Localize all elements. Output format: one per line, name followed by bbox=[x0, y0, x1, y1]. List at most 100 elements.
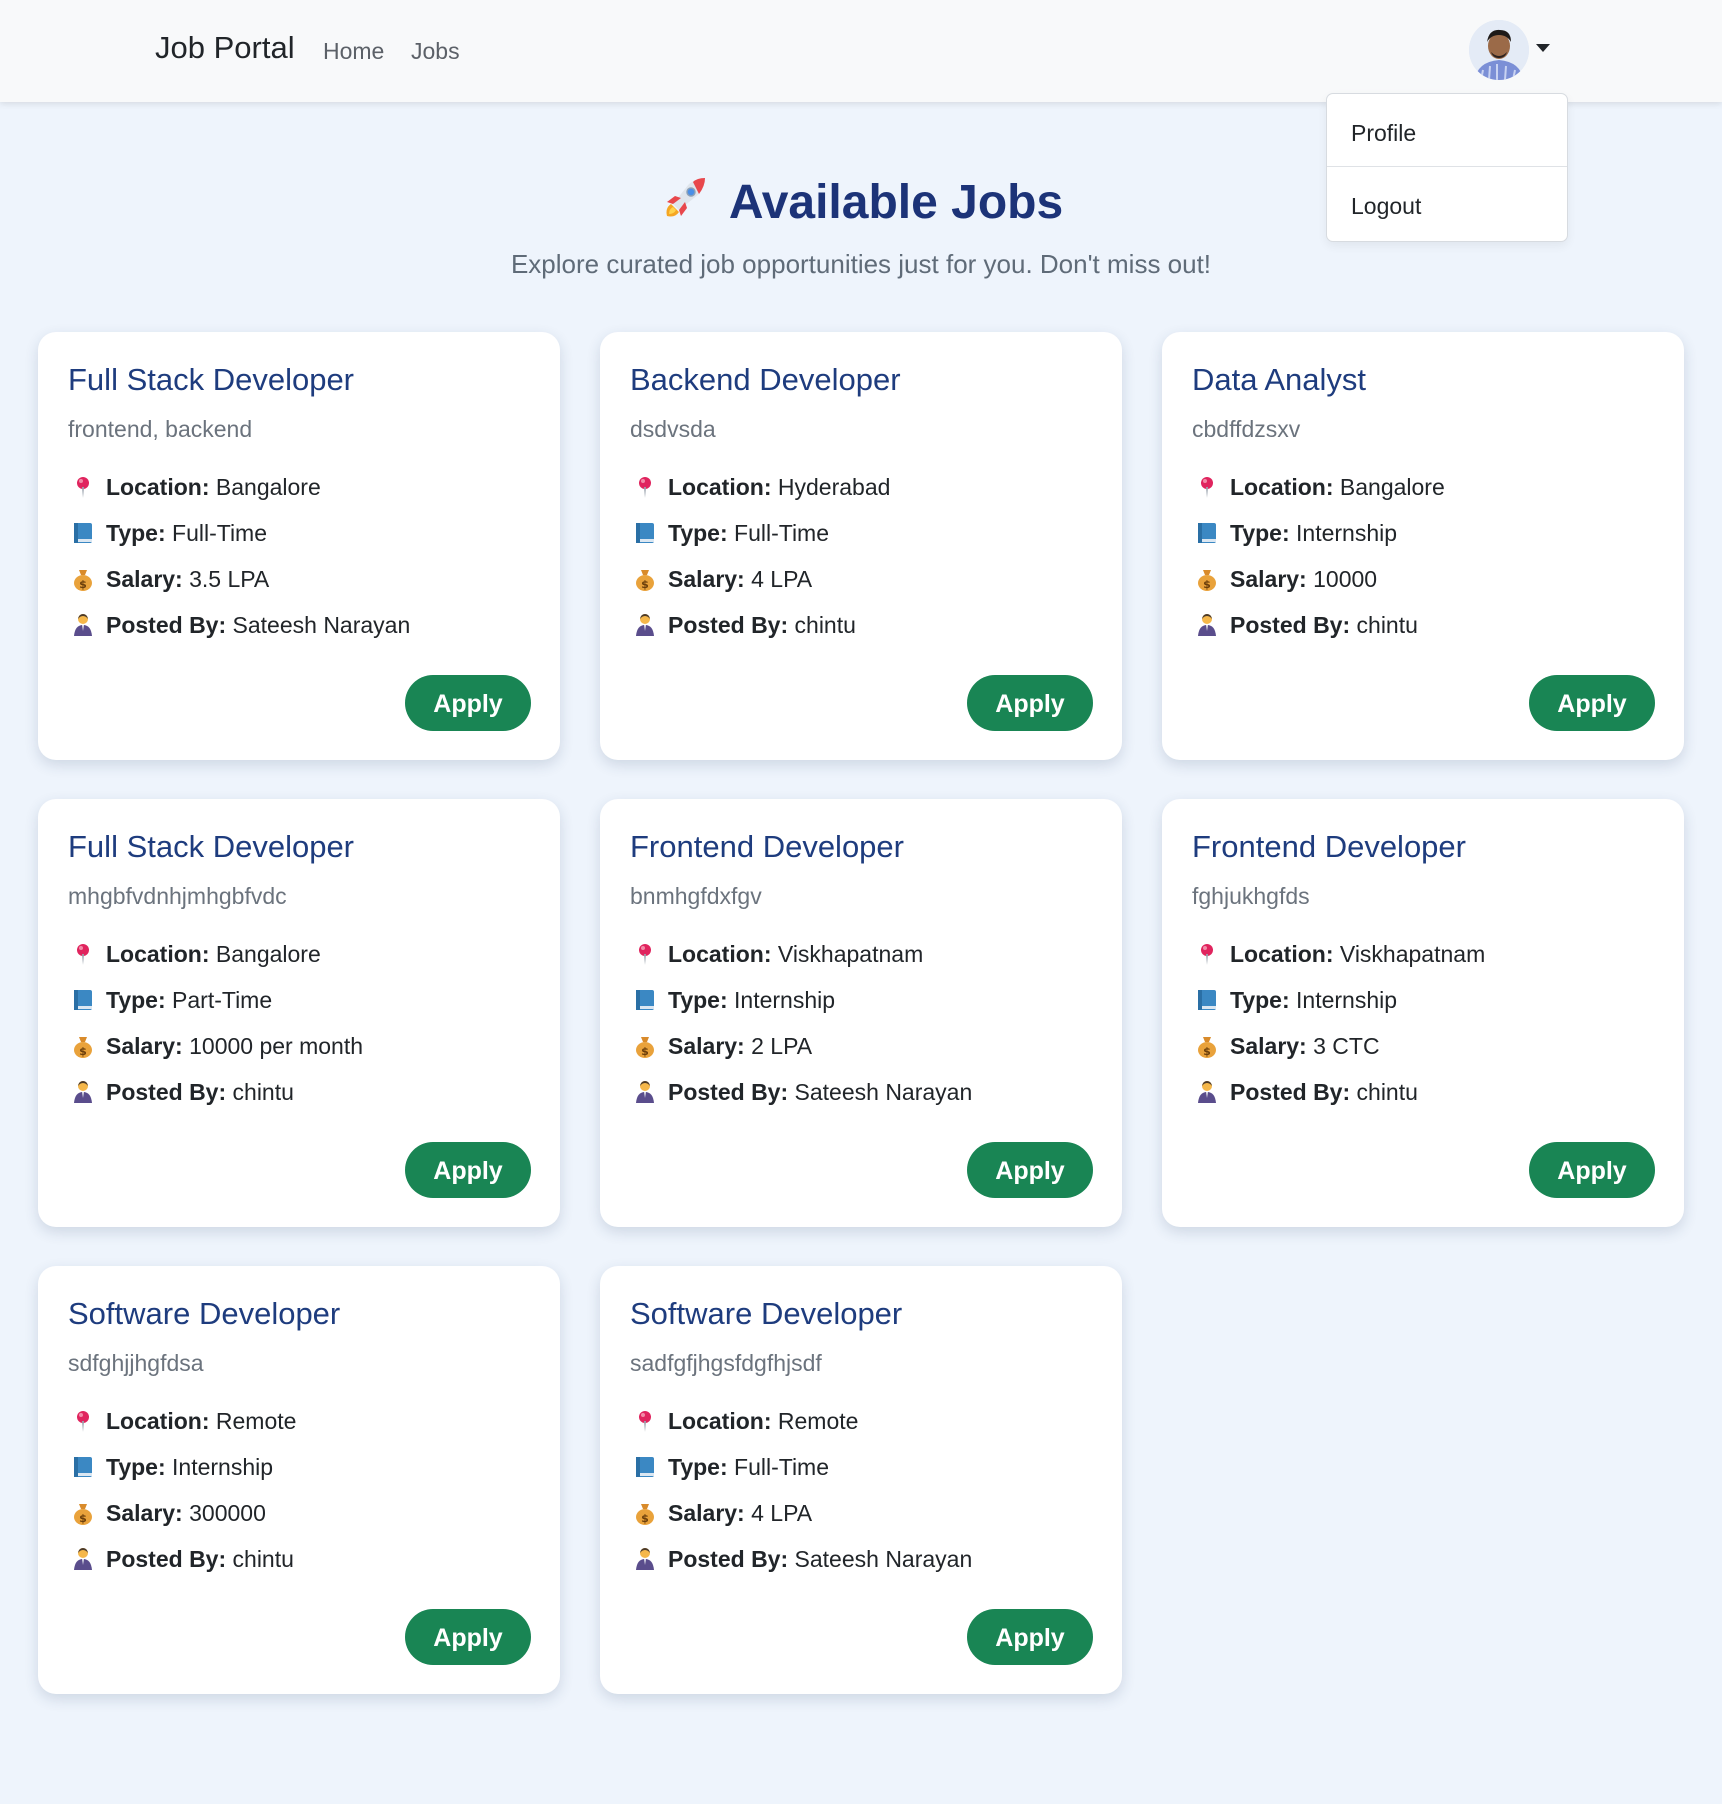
apply-button[interactable]: Apply bbox=[405, 1142, 531, 1198]
apply-button[interactable]: Apply bbox=[1529, 1142, 1655, 1198]
posted-by-value: chintu bbox=[794, 612, 856, 638]
location-label: Location: bbox=[106, 941, 210, 967]
type-value: Internship bbox=[734, 987, 836, 1013]
book-icon bbox=[1196, 988, 1220, 1018]
apply-button[interactable]: Apply bbox=[1529, 675, 1655, 731]
salary-value: 3 CTC bbox=[1313, 1033, 1380, 1059]
rocket-icon bbox=[659, 174, 709, 236]
nav-jobs-link[interactable]: Jobs bbox=[411, 38, 460, 65]
book-icon bbox=[634, 521, 658, 551]
job-location: Location: Bangalore bbox=[1196, 474, 1445, 505]
posted-by-value: Sateesh Narayan bbox=[794, 1546, 973, 1572]
apply-button[interactable]: Apply bbox=[967, 1142, 1093, 1198]
map-pin-icon bbox=[634, 942, 658, 972]
type-value: Full-Time bbox=[172, 520, 268, 546]
type-label: Type: bbox=[106, 987, 166, 1013]
job-skills: sdfghjjhgfdsa bbox=[68, 1350, 204, 1376]
location-value: Bangalore bbox=[215, 941, 321, 967]
location-value: Viskhapatnam bbox=[777, 941, 924, 967]
posted-by-value: chintu bbox=[1356, 1079, 1418, 1105]
salary-label: Salary: bbox=[106, 566, 183, 592]
money-bag-icon: $ bbox=[1196, 567, 1220, 597]
job-card: Backend Developer dsdvsda Location: Hyde… bbox=[600, 332, 1122, 760]
posted-by-value: Sateesh Narayan bbox=[232, 612, 411, 638]
apply-button[interactable]: Apply bbox=[405, 1609, 531, 1665]
caret-down-icon[interactable] bbox=[1536, 44, 1550, 52]
job-card: Software Developer sadfgfjhgsfdgfhjsdf L… bbox=[600, 1266, 1122, 1694]
job-type: Type: Internship bbox=[634, 987, 835, 1018]
job-posted-by: Posted By: Sateesh Narayan bbox=[72, 612, 410, 643]
location-value: Hyderabad bbox=[777, 474, 891, 500]
salary-label: Salary: bbox=[668, 1033, 745, 1059]
location-label: Location: bbox=[668, 474, 772, 500]
location-label: Location: bbox=[1230, 474, 1334, 500]
map-pin-icon bbox=[72, 942, 96, 972]
brand-logo[interactable]: Job Portal bbox=[155, 30, 295, 66]
posted-by-label: Posted By: bbox=[1230, 1079, 1351, 1105]
posted-by-label: Posted By: bbox=[668, 1079, 789, 1105]
job-location: Location: Remote bbox=[634, 1408, 858, 1439]
map-pin-icon bbox=[1196, 475, 1220, 505]
svg-text:$: $ bbox=[79, 1512, 87, 1525]
svg-text:$: $ bbox=[641, 1045, 649, 1058]
job-salary: $ Salary: 3 CTC bbox=[1196, 1033, 1380, 1064]
location-label: Location: bbox=[106, 474, 210, 500]
page-subtitle: Explore curated job opportunities just f… bbox=[510, 249, 1212, 279]
location-label: Location: bbox=[106, 1408, 210, 1434]
salary-label: Salary: bbox=[1230, 1033, 1307, 1059]
map-pin-icon bbox=[634, 1409, 658, 1439]
location-value: Bangalore bbox=[215, 474, 321, 500]
person-icon bbox=[1196, 1080, 1220, 1110]
book-icon bbox=[72, 521, 96, 551]
job-card: Frontend Developer fghjukhgfds Location:… bbox=[1162, 799, 1684, 1227]
apply-button[interactable]: Apply bbox=[967, 675, 1093, 731]
type-label: Type: bbox=[668, 987, 728, 1013]
svg-text:$: $ bbox=[79, 578, 87, 591]
job-posted-by: Posted By: chintu bbox=[72, 1546, 294, 1577]
map-pin-icon bbox=[72, 1409, 96, 1439]
map-pin-icon bbox=[1196, 942, 1220, 972]
job-title: Full Stack Developer bbox=[68, 829, 355, 864]
posted-by-label: Posted By: bbox=[668, 612, 789, 638]
location-value: Remote bbox=[777, 1408, 859, 1434]
posted-by-value: chintu bbox=[232, 1546, 294, 1572]
salary-label: Salary: bbox=[668, 566, 745, 592]
salary-label: Salary: bbox=[1230, 566, 1307, 592]
job-title: Backend Developer bbox=[630, 362, 901, 397]
type-label: Type: bbox=[106, 1454, 166, 1480]
job-posted-by: Posted By: Sateesh Narayan bbox=[634, 1546, 972, 1577]
type-value: Part-Time bbox=[172, 987, 273, 1013]
apply-button[interactable]: Apply bbox=[405, 675, 531, 731]
job-posted-by: Posted By: chintu bbox=[1196, 1079, 1418, 1110]
type-value: Internship bbox=[1296, 987, 1398, 1013]
menu-item-profile[interactable]: Profile bbox=[1351, 120, 1416, 147]
person-icon bbox=[72, 613, 96, 643]
salary-value: 10000 per month bbox=[189, 1033, 364, 1059]
book-icon bbox=[634, 1455, 658, 1485]
location-value: Viskhapatnam bbox=[1339, 941, 1486, 967]
svg-text:$: $ bbox=[641, 578, 649, 591]
salary-value: 4 LPA bbox=[751, 1500, 813, 1526]
apply-button[interactable]: Apply bbox=[967, 1609, 1093, 1665]
posted-by-label: Posted By: bbox=[106, 1079, 227, 1105]
person-icon bbox=[634, 613, 658, 643]
salary-label: Salary: bbox=[106, 1033, 183, 1059]
job-title: Software Developer bbox=[68, 1296, 341, 1331]
salary-value: 2 LPA bbox=[751, 1033, 813, 1059]
user-avatar[interactable] bbox=[1469, 20, 1529, 80]
location-value: Remote bbox=[215, 1408, 297, 1434]
book-icon bbox=[72, 988, 96, 1018]
type-label: Type: bbox=[1230, 520, 1290, 546]
job-type: Type: Full-Time bbox=[634, 1454, 829, 1485]
nav-home-link[interactable]: Home bbox=[323, 38, 384, 65]
job-skills: sadfgfjhgsfdgfhjsdf bbox=[630, 1350, 822, 1376]
job-type: Type: Part-Time bbox=[72, 987, 272, 1018]
job-type: Type: Full-Time bbox=[634, 520, 829, 551]
avatar-icon bbox=[1469, 20, 1529, 80]
money-bag-icon: $ bbox=[72, 1034, 96, 1064]
salary-label: Salary: bbox=[668, 1500, 745, 1526]
salary-value: 4 LPA bbox=[751, 566, 813, 592]
posted-by-label: Posted By: bbox=[106, 1546, 227, 1572]
job-salary: $ Salary: 10000 per month bbox=[72, 1033, 363, 1064]
map-pin-icon bbox=[72, 475, 96, 505]
